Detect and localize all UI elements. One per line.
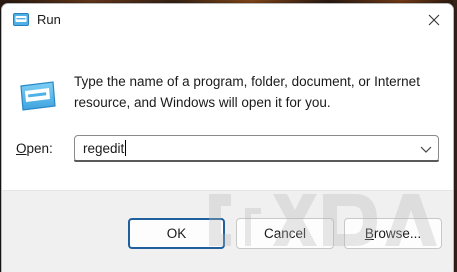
window-title: Run	[37, 12, 61, 27]
open-input[interactable]: regedit	[83, 140, 127, 156]
open-combobox[interactable]: regedit	[74, 135, 439, 162]
run-icon	[20, 81, 56, 111]
title-bar[interactable]: Run	[2, 4, 453, 36]
run-dialog: Run Type the name of a program, folder, …	[1, 3, 454, 272]
ok-button-label: OK	[166, 226, 187, 241]
open-label: Open:	[16, 141, 53, 156]
chevron-down-icon[interactable]	[420, 144, 432, 154]
text-caret	[125, 140, 127, 156]
ok-button[interactable]: OK	[128, 218, 225, 249]
browse-button-label: rowse...	[373, 226, 422, 241]
cancel-button-label: Cancel	[263, 226, 307, 241]
dialog-body: Type the name of a program, folder, docu…	[2, 36, 453, 190]
dialog-footer: OK Cancel Browse...	[2, 190, 453, 272]
browse-button-accesskey: B	[364, 226, 374, 241]
combobox-focus-underline	[74, 160, 439, 162]
close-button[interactable]	[415, 4, 453, 36]
run-icon	[13, 13, 29, 26]
open-label-rest: pen:	[26, 141, 53, 156]
cancel-button[interactable]: Cancel	[236, 218, 334, 249]
description-text: Type the name of a program, folder, docu…	[74, 74, 420, 110]
open-input-value: regedit	[83, 141, 125, 156]
screen: Run Type the name of a program, folder, …	[0, 0, 457, 272]
close-icon	[428, 14, 440, 26]
browse-button[interactable]: Browse...	[344, 218, 442, 249]
open-label-accesskey: O	[16, 141, 27, 156]
